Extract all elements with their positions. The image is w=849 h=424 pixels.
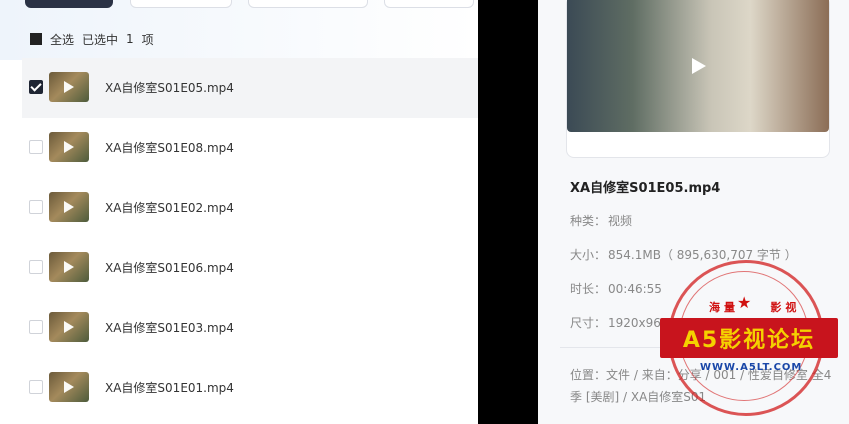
size-label: 大小： xyxy=(570,248,607,262)
play-icon xyxy=(64,81,74,93)
file-list: XA自修室S01E05.mp4 XA自修室S01E08.mp4 XA自修室S01… xyxy=(22,58,478,418)
row-checkbox[interactable] xyxy=(29,80,43,94)
play-icon xyxy=(64,201,74,213)
file-name: XA自修室S01E03.mp4 xyxy=(105,321,234,335)
panel-divider xyxy=(478,0,538,424)
size-info: 大小： 854.1MB（ 895,630,707 字节 ） xyxy=(570,246,797,263)
select-all-label[interactable]: 全选 xyxy=(50,31,74,48)
play-icon xyxy=(64,261,74,273)
file-name: XA自修室S01E01.mp4 xyxy=(105,381,234,395)
select-all-checkbox[interactable] xyxy=(30,33,42,45)
type-value: 视频 xyxy=(608,214,633,228)
row-checkbox[interactable] xyxy=(29,260,43,274)
toolbar-button-primary[interactable] xyxy=(25,0,113,8)
video-thumbnail xyxy=(49,192,89,222)
size-value: 854.1MB（ 895,630,707 字节 ） xyxy=(608,248,797,262)
watermark-banner: A5影视论坛 xyxy=(660,318,838,358)
file-row[interactable]: XA自修室S01E03.mp4 xyxy=(22,298,478,358)
file-name: XA自修室S01E02.mp4 xyxy=(105,201,234,215)
video-thumbnail xyxy=(49,252,89,282)
video-thumbnail xyxy=(49,132,89,162)
video-thumbnail xyxy=(49,312,89,342)
video-thumbnail xyxy=(49,72,89,102)
dimension-info: 尺寸： 1920x960 xyxy=(570,314,669,331)
row-checkbox[interactable] xyxy=(29,140,43,154)
play-icon xyxy=(64,381,74,393)
file-name: XA自修室S01E05.mp4 xyxy=(105,81,234,95)
location-label: 位置： xyxy=(570,368,607,382)
toolbar-button-2[interactable] xyxy=(130,0,232,8)
location-path[interactable]: 文件 / 来自：分享 / 001 / 性爱自修室 全4季 [美剧] / XA自修… xyxy=(570,368,831,404)
video-preview[interactable] xyxy=(567,0,829,132)
play-icon xyxy=(64,141,74,153)
type-label: 种类： xyxy=(570,214,607,228)
play-icon[interactable] xyxy=(692,58,706,74)
video-thumbnail xyxy=(49,372,89,402)
dimension-label: 尺寸： xyxy=(570,316,607,330)
selected-unit: 项 xyxy=(141,32,154,47)
file-name: XA自修室S01E06.mp4 xyxy=(105,261,234,275)
duration-info: 时长： 00:46:55 xyxy=(570,280,662,297)
watermark-banner-text: A5影视论坛 xyxy=(682,328,816,353)
selected-label: 已选中 xyxy=(82,32,119,47)
row-checkbox[interactable] xyxy=(29,200,43,214)
selected-count: 1 xyxy=(126,32,134,46)
details-panel: XA自修室S01E05.mp4 种类： 视频 大小： 854.1MB（ 895,63… xyxy=(538,0,849,424)
duration-value: 00:46:55 xyxy=(608,282,662,296)
file-row[interactable]: XA自修室S01E01.mp4 xyxy=(22,358,478,418)
file-row[interactable]: XA自修室S01E08.mp4 xyxy=(22,118,478,178)
type-info: 种类： 视频 xyxy=(570,212,632,229)
play-icon xyxy=(64,321,74,333)
file-name: XA自修室S01E08.mp4 xyxy=(105,141,234,155)
file-row[interactable]: XA自修室S01E05.mp4 xyxy=(22,58,478,118)
duration-label: 时长： xyxy=(570,282,607,296)
row-checkbox[interactable] xyxy=(29,320,43,334)
details-title: XA自修室S01E05.mp4 xyxy=(570,181,721,196)
row-checkbox[interactable] xyxy=(29,380,43,394)
toolbar-button-3[interactable] xyxy=(248,0,368,8)
watermark-url: WWW.A5LT.COM xyxy=(700,362,803,373)
file-row[interactable]: XA自修室S01E06.mp4 xyxy=(22,238,478,298)
selection-bar: 全选 已选中 1 项 xyxy=(30,30,162,48)
file-row[interactable]: XA自修室S01E02.mp4 xyxy=(22,178,478,238)
toolbar-button-4[interactable] xyxy=(384,0,474,8)
file-list-panel: 全选 已选中 1 项 XA自修室S01E05.mp4 XA自修室S01E08.m… xyxy=(0,0,478,424)
